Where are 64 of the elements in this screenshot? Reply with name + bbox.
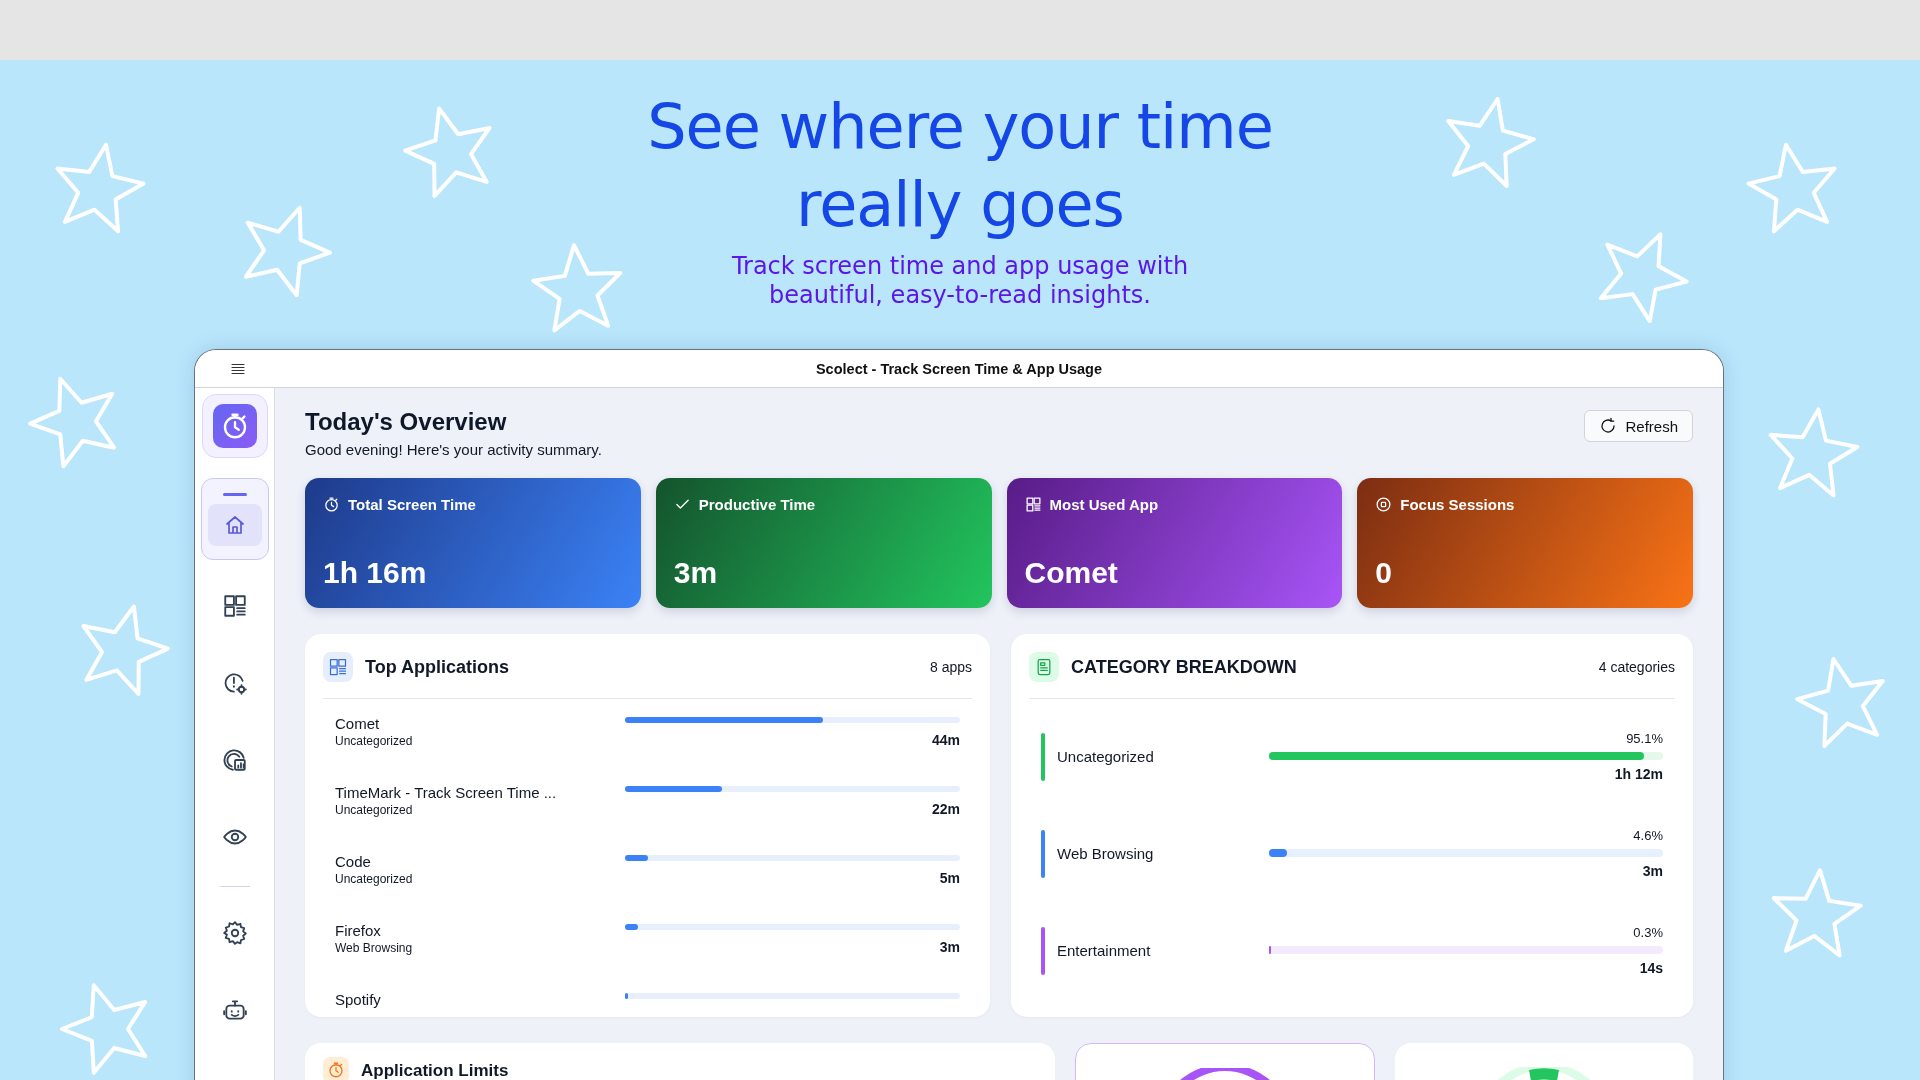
- app-count: 8 apps: [929, 659, 972, 675]
- grid-list-icon: [1024, 496, 1042, 513]
- app-category: Uncategorized: [335, 871, 414, 887]
- app-name: Comet: [335, 715, 381, 733]
- category-duration: 1h 12m: [1614, 766, 1663, 782]
- page-subtitle: Good evening! Here's your activity summary.: [305, 441, 602, 458]
- stopwatch-icon: [327, 1061, 345, 1079]
- star-icon: [81, 604, 170, 696]
- star-icon: [1795, 657, 1885, 748]
- star-icon: [1746, 142, 1837, 234]
- star-icon: [531, 243, 623, 333]
- app-category: Uncategorized: [335, 733, 414, 749]
- star-icon: [1598, 232, 1689, 324]
- app-duration: 3m: [939, 939, 960, 955]
- category-percent: 4.6%: [1633, 828, 1663, 843]
- refresh-button[interactable]: Refresh: [1584, 410, 1693, 442]
- stat-value: 1h 16m: [323, 556, 428, 590]
- app-name: Firefox: [335, 922, 382, 940]
- robot-icon: [221, 997, 248, 1023]
- page-title: Today's Overview: [305, 408, 508, 436]
- headline: See where your time really goes: [646, 89, 1274, 243]
- app-name: TimeMark - Track Screen Time ...: [335, 784, 558, 802]
- stat-value: 0: [1375, 556, 1393, 590]
- star-icon: [55, 142, 146, 234]
- app-category: Web Browsing: [335, 940, 414, 956]
- window-title: Scolect - Track Screen Time & App Usage: [815, 360, 1103, 377]
- panel-title: CATEGORY BREAKDOWN: [1071, 656, 1297, 678]
- grid-list-icon: [328, 657, 348, 677]
- app-duration: 5m: [939, 870, 960, 886]
- panel-title: Application Limits: [361, 1061, 509, 1080]
- tagline: Track screen time and app usage with beautiful, easy-to-read insights.: [730, 252, 1190, 310]
- stat-label: Total Screen Time: [348, 496, 476, 513]
- star-icon: [1446, 97, 1536, 188]
- chart-circle-icon: [221, 747, 248, 773]
- star-icon: [243, 205, 332, 298]
- app-duration: 44m: [931, 732, 960, 748]
- stat-value: 3m: [673, 556, 719, 590]
- star-icon: [60, 983, 148, 1075]
- app-name: Spotify: [335, 991, 382, 1009]
- category-count: 4 categories: [1598, 659, 1675, 675]
- stat-label: Productive Time: [698, 496, 816, 513]
- stopwatch-icon: [323, 496, 340, 513]
- stat-value: Comet: [1024, 556, 1119, 590]
- target-icon: [1375, 496, 1393, 513]
- settings-icon: [221, 920, 248, 946]
- category-duration: 3m: [1642, 863, 1663, 879]
- category-percent: 0.3%: [1633, 925, 1663, 940]
- star-icon: [1771, 868, 1863, 958]
- category-name: Entertainment: [1057, 942, 1152, 959]
- category-name: Web Browsing: [1057, 845, 1155, 862]
- star-icon: [403, 106, 492, 198]
- app-name: Code: [335, 853, 372, 871]
- panel-title: Top Applications: [365, 656, 509, 678]
- star-icon: [1768, 407, 1860, 498]
- category-duration: 14s: [1639, 960, 1663, 976]
- star-icon: [28, 376, 117, 469]
- app-duration: 22m: [931, 801, 960, 817]
- category-percent: 95.1%: [1626, 731, 1663, 746]
- refresh-icon: [1599, 417, 1618, 435]
- grid-list-icon: [221, 593, 248, 619]
- stat-label: Focus Sessions: [1400, 496, 1515, 513]
- stat-label: Most Used App: [1049, 496, 1159, 513]
- app-category: Uncategorized: [335, 802, 414, 818]
- category-name: Uncategorized: [1057, 748, 1155, 765]
